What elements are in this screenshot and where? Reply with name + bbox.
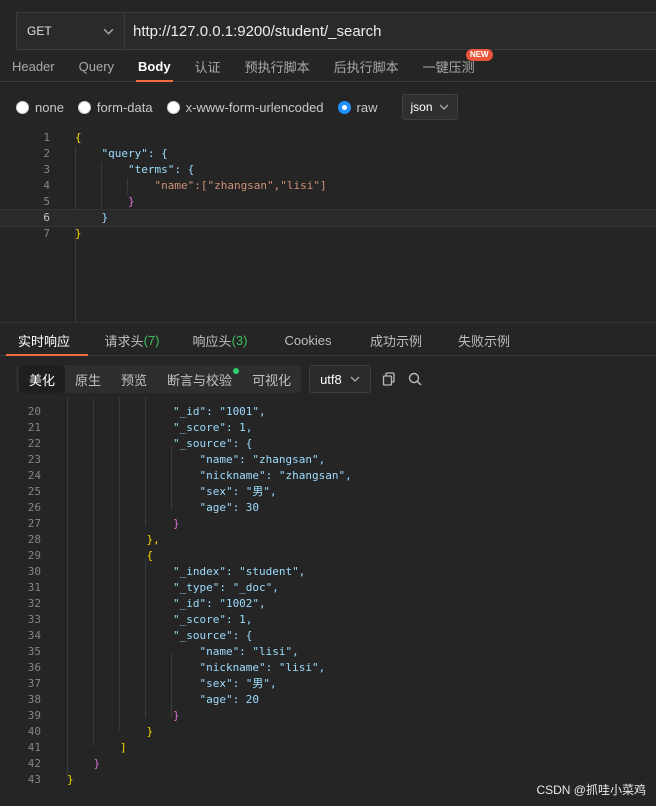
code-line: 7}: [43, 227, 82, 240]
chevron-down-icon: [439, 104, 448, 110]
tab-cookies[interactable]: Cookies: [264, 326, 352, 355]
response-body-viewer[interactable]: 20 "_id": "1001", 21 "_score": 1, 22 "_s…: [0, 398, 656, 794]
radio-circle-selected: [337, 100, 351, 114]
tab-body[interactable]: Body: [126, 52, 183, 82]
code-line: 23 "name": "zhangsan",: [27, 453, 326, 466]
copy-icon[interactable]: [381, 371, 397, 387]
code-line: 29 {: [27, 549, 154, 562]
method-select[interactable]: GET: [17, 13, 125, 49]
radio-urlencoded[interactable]: x-www-form-urlencoded: [166, 100, 324, 115]
tab-post-script[interactable]: 后执行脚本: [322, 52, 411, 81]
code-line: 1{: [43, 131, 82, 144]
radio-none[interactable]: none: [16, 100, 64, 115]
tab-realtime-response[interactable]: 实时响应: [0, 326, 88, 356]
code-line: 34 "_source": {: [27, 629, 253, 642]
tab-fail-example[interactable]: 失败示例: [440, 326, 528, 355]
chevron-down-icon: [350, 376, 360, 382]
tab-query[interactable]: Query: [67, 52, 126, 81]
status-dot: [233, 368, 240, 374]
tab-request-headers[interactable]: 请求头 (7): [88, 326, 176, 355]
code-line: 25 "sex": "男",: [27, 485, 277, 498]
radio-circle: [16, 100, 29, 114]
tab-response-headers[interactable]: 响应头 (3): [176, 326, 264, 355]
code-line: 37 "sex": "男",: [27, 677, 277, 690]
url-input[interactable]: http://127.0.0.1:9200/student/_search: [125, 13, 656, 49]
view-assertion-button[interactable]: 断言与校验: [157, 365, 242, 393]
tab-pre-script[interactable]: 预执行脚本: [233, 52, 322, 81]
url-bar: GET http://127.0.0.1:9200/student/_searc…: [16, 12, 656, 50]
body-format-select[interactable]: json: [401, 94, 458, 120]
request-tabs: Header Query Body 认证 预执行脚本 后执行脚本 一键压测 NE…: [0, 49, 656, 82]
code-line: 39 }: [27, 709, 180, 722]
tab-stress-test[interactable]: 一键压测 NEW: [411, 49, 493, 81]
tab-header[interactable]: Header: [0, 52, 67, 81]
response-tabs: 实时响应 请求头 (7) 响应头 (3) Cookies 成功示例 失败示例: [0, 326, 656, 356]
code-line: 33 "_score": 1,: [27, 613, 253, 626]
tab-success-example[interactable]: 成功示例: [352, 326, 440, 355]
code-line: 3 "terms": {: [43, 163, 195, 176]
code-line: 36 "nickname": "lisi",: [27, 661, 326, 674]
body-type-selector: none form-data x-www-form-urlencoded raw…: [0, 92, 656, 122]
search-icon[interactable]: [407, 371, 423, 387]
watermark: CSDN @抓哇小菜鸡: [536, 783, 646, 797]
code-line: 26 "age": 30: [27, 501, 260, 514]
radio-circle: [166, 100, 180, 114]
view-visualize-button[interactable]: 可视化: [242, 365, 301, 393]
radio-circle: [77, 100, 91, 114]
code-line: 5 }: [43, 195, 135, 208]
code-line: 20 "_id": "1001",: [27, 405, 266, 418]
code-line: 41 ]: [27, 741, 127, 754]
count-badge: (7): [143, 333, 160, 348]
chevron-down-icon: [103, 28, 114, 35]
view-mode-group: 美化 原生 预览 断言与校验 可视化: [16, 365, 302, 393]
code-line: 38 "age": 20: [27, 693, 260, 706]
code-line: 35 "name": "lisi",: [27, 645, 299, 658]
code-line: 31 "_type": "_doc",: [27, 581, 279, 594]
radio-form-data[interactable]: form-data: [77, 100, 153, 115]
radio-raw[interactable]: raw: [337, 100, 378, 115]
code-line: 2 "query": {: [43, 147, 168, 160]
code-line: 40 }: [27, 725, 154, 738]
code-line: 21 "_score": 1,: [27, 421, 253, 434]
code-line: 27 }: [27, 517, 180, 530]
code-line: 22 "_source": {: [27, 437, 253, 450]
view-mode-bar: 美化 原生 预览 断言与校验 可视化 utf8: [16, 364, 656, 394]
request-body-editor[interactable]: 1{ 2 "query": { 3 "terms": { 4 "name":["…: [0, 130, 656, 323]
tab-auth[interactable]: 认证: [183, 52, 233, 81]
code-line: 32 "_id": "1002",: [27, 597, 266, 610]
code-line: 24 "nickname": "zhangsan",: [27, 469, 352, 482]
encoding-select[interactable]: utf8: [309, 365, 371, 393]
code-line-current: 6 }: [0, 209, 656, 227]
code-line: 42 }: [27, 757, 101, 770]
view-beautify-button[interactable]: 美化: [19, 365, 66, 393]
code-line: 30 "_index": "student",: [27, 565, 306, 578]
code-line: 4 "name":["zhangsan","lisi"]: [43, 179, 327, 192]
new-badge: NEW: [465, 49, 493, 61]
count-badge: (3): [231, 333, 248, 348]
view-raw-button[interactable]: 原生: [65, 365, 111, 393]
method-label: GET: [27, 24, 52, 38]
view-preview-button[interactable]: 预览: [111, 365, 157, 393]
code-line: 28 },: [27, 533, 160, 546]
